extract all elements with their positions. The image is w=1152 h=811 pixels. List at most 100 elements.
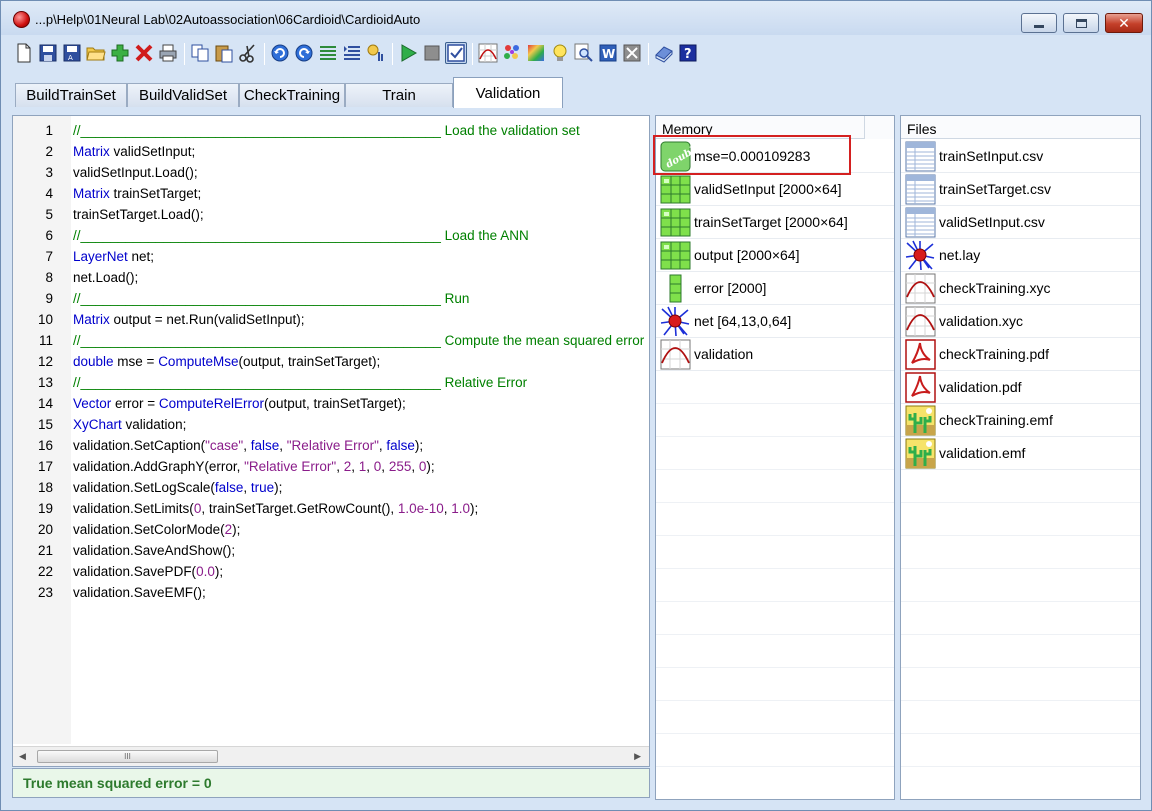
- copy-button[interactable]: [189, 42, 211, 64]
- close-button[interactable]: ✕: [1105, 13, 1143, 33]
- empty-row-line: [901, 502, 1140, 503]
- stop-button[interactable]: [421, 42, 443, 64]
- file-item[interactable]: trainSetTarget.csv: [901, 173, 1140, 206]
- code-line[interactable]: 21 validation.SaveAndShow();: [13, 540, 643, 561]
- new-file-button[interactable]: [13, 42, 35, 64]
- code-line[interactable]: 11 //____________________________________…: [13, 330, 644, 351]
- code-line[interactable]: 2 Matrix validSetInput;: [13, 141, 643, 162]
- status-bar: True mean squared error = 0: [12, 768, 650, 798]
- app-icon[interactable]: [13, 11, 30, 28]
- horizontal-scrollbar[interactable]: ◀ III ▶: [13, 746, 649, 766]
- file-item[interactable]: validation.xyc: [901, 305, 1140, 338]
- help-button[interactable]: ?: [677, 42, 699, 64]
- code-line[interactable]: 3 validSetInput.Load();: [13, 162, 643, 183]
- file-item[interactable]: trainSetInput.csv: [901, 140, 1140, 173]
- chart-button[interactable]: [477, 42, 499, 64]
- code-line[interactable]: 18 validation.SetLogScale(false, true);: [13, 477, 643, 498]
- code-line[interactable]: 13 //____________________________________…: [13, 372, 643, 393]
- code-line[interactable]: 7 LayerNet net;: [13, 246, 643, 267]
- code-line[interactable]: 8 net.Load();: [13, 267, 643, 288]
- save-as-button[interactable]: A: [61, 42, 83, 64]
- find-button[interactable]: [573, 42, 595, 64]
- title-bar[interactable]: ...p\Help\01Neural Lab\02Autoassociation…: [1, 1, 1151, 35]
- code-line[interactable]: 4 Matrix trainSetTarget;: [13, 183, 643, 204]
- indent-icon: [344, 46, 360, 60]
- file-item[interactable]: checkTraining.xyc: [901, 272, 1140, 305]
- code-line[interactable]: 19 validation.SetLimits(0, trainSetTarget…: [13, 498, 643, 519]
- book-button[interactable]: [653, 42, 675, 64]
- memory-item[interactable]: validation: [656, 338, 894, 371]
- align-left-button[interactable]: [317, 42, 339, 64]
- tab-buildtrainset[interactable]: BuildTrainSet: [15, 83, 127, 107]
- file-item[interactable]: checkTraining.emf: [901, 404, 1140, 437]
- xychart-icon: [905, 306, 936, 337]
- code-line[interactable]: 20 validation.SetColorMode(2);: [13, 519, 643, 540]
- cut-button[interactable]: [237, 42, 259, 64]
- file-item[interactable]: checkTraining.pdf: [901, 338, 1140, 371]
- minimize-button[interactable]: [1021, 13, 1057, 33]
- code-editor[interactable]: 1 //_____________________________________…: [12, 115, 650, 767]
- scrollbar-thumb[interactable]: III: [37, 750, 218, 763]
- memory-item[interactable]: output [2000×64]: [656, 239, 894, 272]
- file-item[interactable]: net.lay: [901, 239, 1140, 272]
- code-text: LayerNet net;: [73, 249, 155, 264]
- code-line[interactable]: 22 validation.SavePDF(0.0);: [13, 561, 643, 582]
- copy-icon: [191, 44, 209, 62]
- paste-icon: [215, 45, 233, 63]
- scroll-right-icon[interactable]: ▶: [634, 751, 641, 762]
- word-button[interactable]: W: [597, 42, 619, 64]
- empty-row-line: [901, 700, 1140, 701]
- code-line[interactable]: 17 validation.AddGraphY(error, "Relative …: [13, 456, 643, 477]
- memory-item[interactable]: net [64,13,0,64]: [656, 305, 894, 338]
- delete-icon: [135, 44, 153, 62]
- toolbar: A W ?: [1, 38, 1151, 70]
- tab-validation[interactable]: Validation: [453, 77, 563, 108]
- check-mode-button[interactable]: [445, 42, 467, 64]
- code-line[interactable]: 15 XyChart validation;: [13, 414, 643, 435]
- code-text: validation.SetColorMode(2);: [73, 522, 241, 537]
- wizard-button[interactable]: [365, 42, 387, 64]
- save-button[interactable]: [37, 42, 59, 64]
- open-folder-button[interactable]: [85, 42, 107, 64]
- print-button[interactable]: [157, 42, 179, 64]
- code-line[interactable]: 6 //_____________________________________…: [13, 225, 643, 246]
- print-icon: [159, 44, 177, 62]
- align-right-button[interactable]: [341, 42, 363, 64]
- xychart-icon: [905, 273, 936, 304]
- memory-item[interactable]: validSetInput [2000×64]: [656, 173, 894, 206]
- undo-button[interactable]: [269, 42, 291, 64]
- files-header[interactable]: Files: [901, 116, 1140, 139]
- code-text: validation.SetLimits(0, trainSetTarget.G…: [73, 501, 479, 516]
- code-line[interactable]: 16 validation.SetCaption("case", false, "…: [13, 435, 643, 456]
- code-line[interactable]: 1 //_____________________________________…: [13, 120, 643, 141]
- empty-row-line: [901, 601, 1140, 602]
- code-line[interactable]: 23 validation.SaveEMF();: [13, 582, 643, 603]
- redo-button[interactable]: [293, 42, 315, 64]
- memory-item[interactable]: trainSetTarget [2000×64]: [656, 206, 894, 239]
- run-button[interactable]: [397, 42, 419, 64]
- scroll-left-icon[interactable]: ◀: [19, 751, 26, 762]
- code-line[interactable]: 12 double mse = ComputeMse(output, trainS…: [13, 351, 643, 372]
- file-item[interactable]: validSetInput.csv: [901, 206, 1140, 239]
- paste-button[interactable]: [213, 42, 235, 64]
- file-item[interactable]: validation.pdf: [901, 371, 1140, 404]
- colors-button[interactable]: [525, 42, 547, 64]
- file-item[interactable]: validation.emf: [901, 437, 1140, 470]
- memory-item[interactable]: error [2000]: [656, 272, 894, 305]
- pdf-file-icon: [905, 339, 936, 370]
- code-line[interactable]: 5 trainSetTarget.Load();: [13, 204, 643, 225]
- maximize-button[interactable]: [1063, 13, 1099, 33]
- delete-button[interactable]: [133, 42, 155, 64]
- code-line[interactable]: 10 Matrix output = net.Run(validSetInput)…: [13, 309, 643, 330]
- idea-button[interactable]: [549, 42, 571, 64]
- code-line[interactable]: 14 Vector error = ComputeRelError(output,…: [13, 393, 643, 414]
- code-line[interactable]: 9 //_____________________________________…: [13, 288, 643, 309]
- tab-train[interactable]: Train: [345, 83, 453, 107]
- excel-button[interactable]: [621, 42, 643, 64]
- tab-checktraining[interactable]: CheckTraining: [239, 83, 345, 107]
- plus-icon: [111, 44, 129, 62]
- palette-button[interactable]: [501, 42, 523, 64]
- tab-buildvalidset[interactable]: BuildValidSet: [127, 83, 239, 107]
- add-button[interactable]: [109, 42, 131, 64]
- emf-file-icon: [905, 405, 936, 436]
